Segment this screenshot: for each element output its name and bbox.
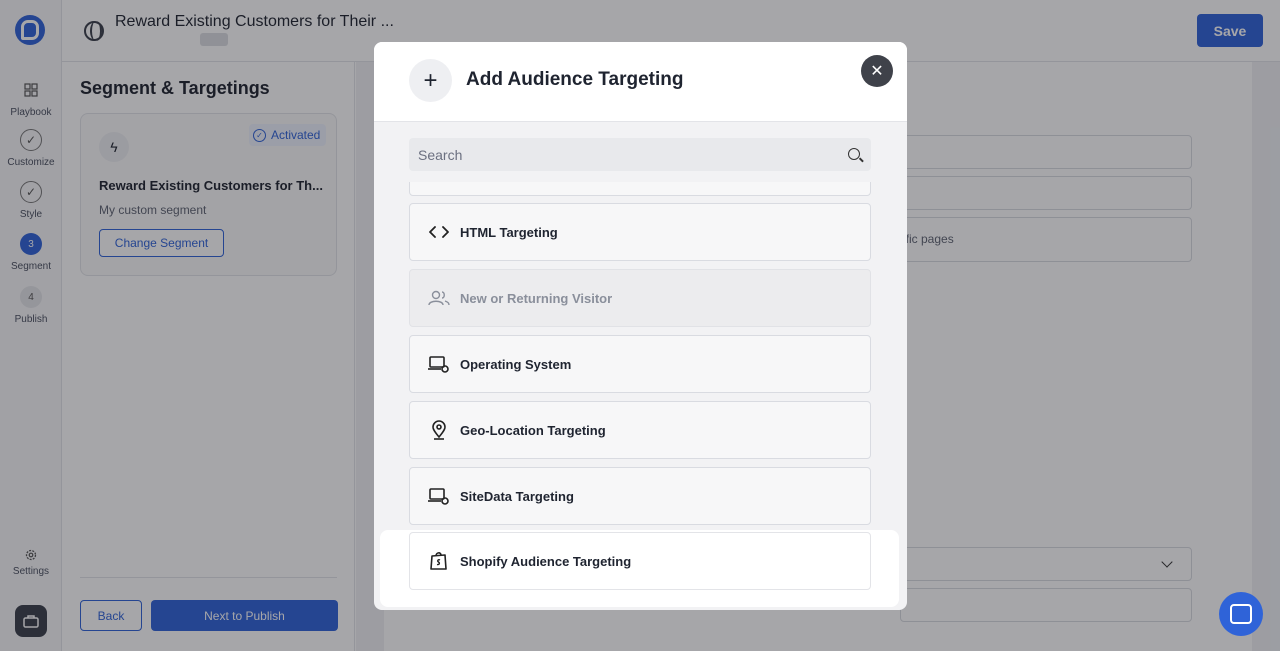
- code-icon: [428, 221, 450, 243]
- map-pin-icon: [428, 419, 450, 441]
- option-label: SiteData Targeting: [460, 488, 574, 504]
- shopify-bag-icon: [428, 550, 450, 572]
- users-icon: [428, 287, 450, 309]
- close-button[interactable]: ✕: [861, 55, 893, 87]
- search-box: [409, 138, 871, 171]
- close-icon: ✕: [870, 63, 884, 80]
- option-label: Operating System: [460, 356, 572, 372]
- search-input[interactable]: [409, 138, 839, 171]
- list-item[interactable]: [409, 182, 871, 196]
- option-label: Geo-Location Targeting: [460, 422, 606, 438]
- search-icon[interactable]: [848, 148, 860, 160]
- chat-button[interactable]: [1219, 592, 1263, 636]
- plus-icon: +: [409, 59, 452, 102]
- laptop-gear-icon: [428, 353, 450, 375]
- targeting-option-html[interactable]: HTML Targeting: [409, 203, 871, 261]
- targeting-option-operating-system[interactable]: Operating System: [409, 335, 871, 393]
- targeting-option-new-returning[interactable]: New or Returning Visitor: [409, 269, 871, 327]
- targeting-option-sitedata[interactable]: SiteData Targeting: [409, 467, 871, 525]
- targeting-option-shopify-audience[interactable]: Shopify Audience Targeting: [409, 532, 871, 590]
- laptop-gear-icon: [428, 485, 450, 507]
- option-label: HTML Targeting: [460, 224, 558, 240]
- targeting-option-geo-location[interactable]: Geo-Location Targeting: [409, 401, 871, 459]
- option-label: Shopify Audience Targeting: [460, 553, 632, 569]
- modal-title: Add Audience Targeting: [466, 69, 684, 90]
- add-audience-targeting-modal: + Add Audience Targeting ✕ HTML Targetin…: [374, 42, 907, 610]
- modal-header: + Add Audience Targeting ✕: [374, 42, 907, 122]
- option-label: New or Returning Visitor: [460, 290, 613, 306]
